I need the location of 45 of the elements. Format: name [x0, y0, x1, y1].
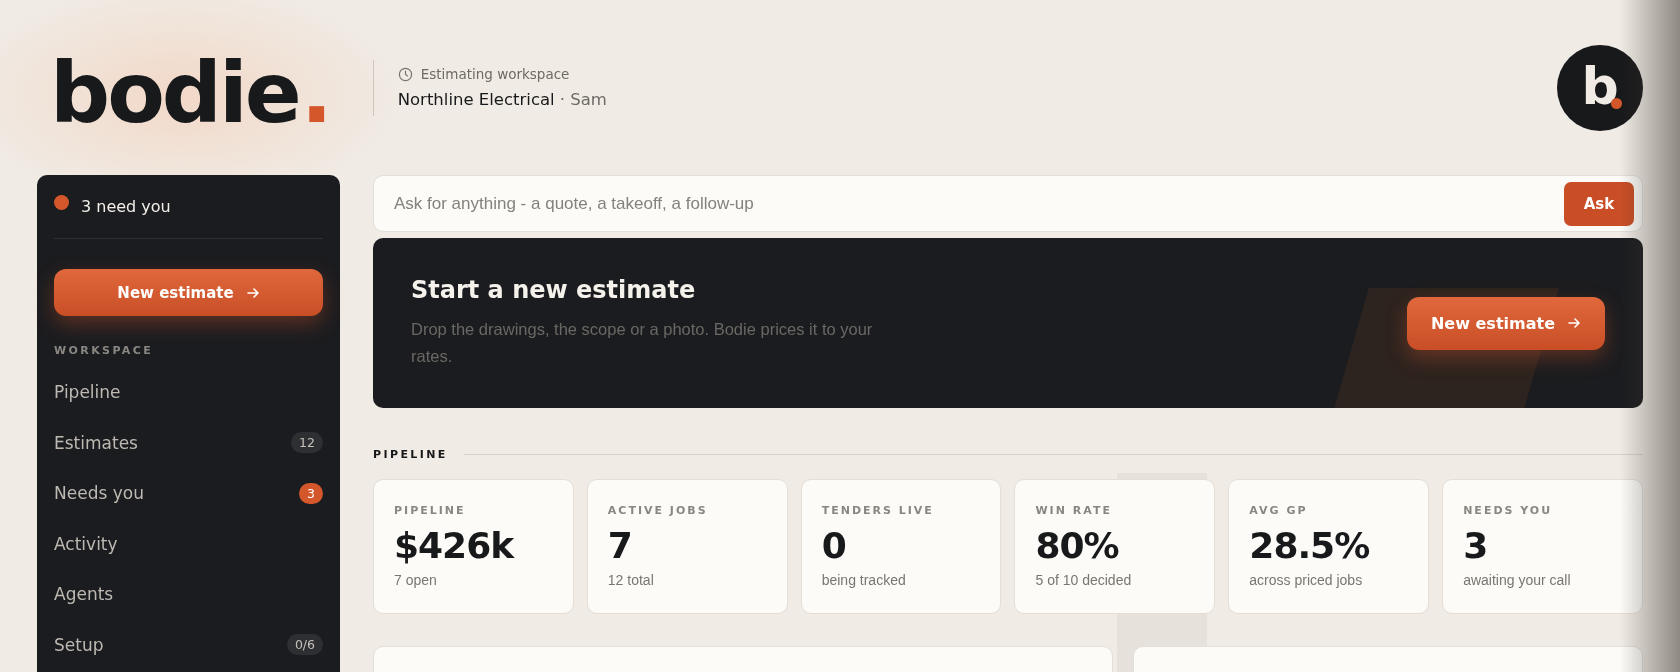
hero-title: Start a new estimate: [411, 276, 697, 304]
sidebar-item[interactable]: Setup 0/6: [54, 619, 323, 670]
stat-label: AVG GP: [1249, 504, 1309, 517]
section-label: WORKSPACE: [54, 344, 155, 357]
arrow-icon: [1567, 316, 1581, 330]
stat-value: 80%: [1035, 525, 1120, 566]
stat-note: being tracked: [821, 572, 907, 588]
clock-icon: [397, 66, 413, 82]
user-name: · Sam: [559, 90, 607, 109]
stat-label: NEEDS YOU: [1463, 504, 1554, 517]
section-heading: PIPELINE: [373, 448, 448, 461]
workspace-label: Estimating workspace: [420, 66, 570, 82]
stat-label: TENDERS LIVE: [821, 504, 935, 517]
stat-value: 28.5%: [1249, 525, 1371, 566]
new-estimate-button[interactable]: New estimate: [1406, 296, 1605, 350]
hero-description: Drop the drawings, the scope or a photo. Bodie prices it to your rates.: [411, 319, 874, 367]
new-estimate-button[interactable]: New estimate: [54, 269, 323, 316]
status-dot: [54, 195, 69, 210]
sidebar-item[interactable]: Activity: [54, 518, 323, 569]
stat-value: 0: [821, 525, 847, 566]
avatar-button[interactable]: b: [1557, 44, 1643, 131]
stat-label: ACTIVE JOBS: [607, 504, 709, 517]
count-badge: 0/6: [286, 634, 323, 656]
stat-note: across priced jobs: [1249, 572, 1364, 588]
stat-note: 12 total: [607, 572, 655, 588]
stat-value: $426k: [394, 525, 516, 566]
count-badge: 12: [291, 432, 323, 454]
stat-label: PIPELINE: [394, 504, 467, 517]
alert-text: 3 need you: [81, 197, 171, 216]
logo: bodie.: [50, 50, 333, 135]
stat-note: 5 of 10 decided: [1035, 572, 1133, 588]
search-field[interactable]: Ask for anything - a quote, a takeoff, a follow-up Ask: [373, 175, 1643, 232]
sidebar-item[interactable]: Agents: [54, 569, 323, 620]
stat-value: 7: [607, 525, 633, 566]
count-badge: 3: [299, 482, 323, 504]
sidebar-item[interactable]: Needs you 3: [54, 468, 323, 519]
sidebar-item[interactable]: Estimates 12: [54, 417, 323, 468]
stat-note: 7 open: [394, 572, 438, 588]
ask-button[interactable]: Ask: [1564, 181, 1634, 226]
stat-note: awaiting your call: [1463, 572, 1572, 588]
sidebar-item[interactable]: Pipeline: [54, 367, 323, 418]
stat-label: WIN RATE: [1035, 504, 1113, 517]
stat-value: 3: [1463, 525, 1489, 566]
company-name: Northline Electrical: [397, 90, 555, 109]
arrow-icon: [245, 285, 260, 300]
